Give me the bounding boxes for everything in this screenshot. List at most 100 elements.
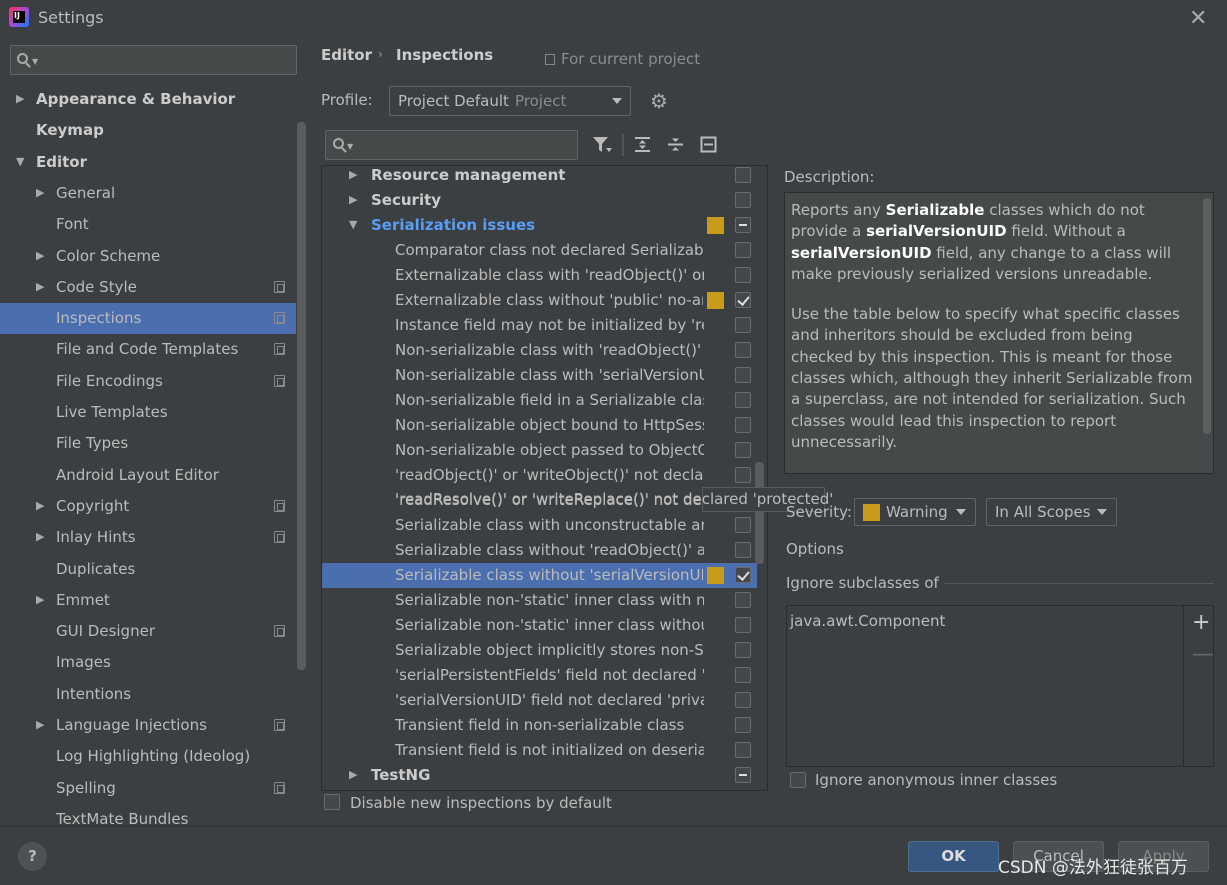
inspection-row[interactable]: ▶ Resource management bbox=[322, 166, 767, 188]
sidebar-item-font[interactable]: Font bbox=[0, 209, 296, 240]
sidebar-item-android-layout-editor[interactable]: Android Layout Editor bbox=[0, 460, 296, 491]
inspection-checkbox[interactable] bbox=[735, 417, 751, 433]
inspection-row[interactable]: Instance field may not be initialized by… bbox=[322, 313, 767, 338]
sidebar-item-appearance-behavior[interactable]: ▶ Appearance & Behavior bbox=[0, 84, 296, 115]
inspection-row[interactable]: Comparator class not declared Serializab… bbox=[322, 238, 767, 263]
collapsed-arrow-icon[interactable]: ▶ bbox=[36, 241, 44, 271]
collapsed-arrow-icon[interactable]: ▶ bbox=[16, 84, 24, 114]
collapsed-arrow-icon[interactable]: ▶ bbox=[36, 178, 44, 208]
inspection-row[interactable]: Transient field in non-serializable clas… bbox=[322, 713, 767, 738]
inspection-row[interactable]: Transient field is not initialized on de… bbox=[322, 738, 767, 763]
inspection-checkbox[interactable] bbox=[735, 167, 751, 183]
inspection-row[interactable]: Externalizable class with 'readObject()'… bbox=[322, 263, 767, 288]
collapsed-arrow-icon[interactable]: ▶ bbox=[349, 763, 357, 787]
expand-all-icon[interactable] bbox=[633, 135, 653, 155]
collapse-all-icon[interactable] bbox=[666, 135, 686, 155]
description-scrollbar[interactable] bbox=[1203, 198, 1211, 434]
inspection-checkbox[interactable] bbox=[735, 242, 751, 258]
inspection-row[interactable]: Serializable class with unconstructable … bbox=[322, 513, 767, 538]
inspection-row[interactable]: 'serialVersionUID' field not declared 'p… bbox=[322, 688, 767, 713]
sidebar-item-code-style[interactable]: ▶ Code Style bbox=[0, 272, 296, 303]
inspection-checkbox[interactable] bbox=[735, 717, 751, 733]
sidebar-item-duplicates[interactable]: Duplicates bbox=[0, 554, 296, 585]
profile-dropdown[interactable]: Project Default Project bbox=[389, 86, 631, 116]
sidebar-item-intentions[interactable]: Intentions bbox=[0, 679, 296, 710]
help-button[interactable]: ? bbox=[18, 842, 47, 871]
inspection-checkbox[interactable] bbox=[735, 392, 751, 408]
inspection-row[interactable]: Serializable non-'static' inner class wi… bbox=[322, 613, 767, 638]
inspection-search-input[interactable]: ▼ bbox=[325, 130, 578, 160]
collapsed-arrow-icon[interactable]: ▶ bbox=[36, 522, 44, 552]
inspection-row[interactable]: Non-serializable object passed to Object… bbox=[322, 438, 767, 463]
severity-dropdown[interactable]: Warning bbox=[854, 498, 976, 526]
filter-icon[interactable] bbox=[591, 134, 612, 154]
collapsed-arrow-icon[interactable]: ▶ bbox=[36, 710, 44, 740]
inspection-checkbox[interactable] bbox=[735, 317, 751, 333]
expanded-arrow-icon[interactable]: ▼ bbox=[349, 213, 357, 237]
inspection-row[interactable]: ▶ Security bbox=[322, 188, 767, 213]
inspection-row[interactable]: Non-serializable field in a Serializable… bbox=[322, 388, 767, 413]
close-icon[interactable]: ✕ bbox=[1189, 6, 1207, 31]
inspection-checkbox[interactable] bbox=[735, 542, 751, 558]
inspection-checkbox[interactable] bbox=[735, 592, 751, 608]
collapsed-arrow-icon[interactable]: ▶ bbox=[36, 491, 44, 521]
collapsed-arrow-icon[interactable]: ▶ bbox=[36, 272, 44, 302]
sidebar-item-live-templates[interactable]: Live Templates bbox=[0, 397, 296, 428]
sidebar-item-images[interactable]: Images bbox=[0, 647, 296, 678]
list-item[interactable]: java.awt.Component bbox=[790, 612, 945, 630]
sidebar-item-file-and-code-templates[interactable]: File and Code Templates bbox=[0, 334, 296, 365]
sidebar-item-color-scheme[interactable]: ▶ Color Scheme bbox=[0, 241, 296, 272]
inspection-checkbox[interactable] bbox=[735, 267, 751, 283]
inspection-row[interactable]: ▼ Serialization issues bbox=[322, 213, 767, 238]
inspection-row[interactable]: Non-serializable class with 'serialVersi… bbox=[322, 363, 767, 388]
inspection-checkbox[interactable] bbox=[735, 567, 751, 583]
sidebar-item-copyright[interactable]: ▶ Copyright bbox=[0, 491, 296, 522]
collapsed-arrow-icon[interactable]: ▶ bbox=[36, 585, 44, 615]
scope-dropdown[interactable]: In All Scopes bbox=[986, 498, 1117, 526]
gear-icon[interactable]: ⚙ bbox=[650, 91, 668, 111]
add-icon[interactable]: + bbox=[1192, 610, 1210, 635]
inspection-checkbox[interactable] bbox=[735, 767, 751, 783]
inspection-row[interactable]: Serializable class without 'readObject()… bbox=[322, 538, 767, 563]
inspection-checkbox[interactable] bbox=[735, 442, 751, 458]
inspection-row[interactable]: Serializable class without 'serialVersio… bbox=[322, 563, 757, 588]
sidebar-item-textmate-bundles[interactable]: TextMate Bundles bbox=[0, 804, 296, 826]
disable-new-inspections-label[interactable]: Disable new inspections by default bbox=[350, 794, 612, 812]
tree-scrollbar[interactable] bbox=[755, 462, 764, 564]
inspection-checkbox[interactable] bbox=[735, 517, 751, 533]
inspection-row[interactable]: ▶ TestNG bbox=[322, 763, 767, 788]
sidebar-search-input[interactable]: ▼ bbox=[10, 45, 297, 75]
inspection-checkbox[interactable] bbox=[735, 192, 751, 208]
ok-button[interactable]: OK bbox=[908, 841, 999, 872]
sidebar-item-file-types[interactable]: File Types bbox=[0, 428, 296, 459]
breadcrumb-editor[interactable]: Editor bbox=[321, 46, 372, 64]
inspection-row[interactable]: 'readObject()' or 'writeObject()' not de… bbox=[322, 463, 767, 488]
inspection-row[interactable]: Non-serializable class with 'readObject(… bbox=[322, 338, 767, 363]
ignore-anonymous-label[interactable]: Ignore anonymous inner classes bbox=[815, 771, 1057, 789]
inspection-checkbox[interactable] bbox=[735, 292, 751, 308]
reset-to-default-icon[interactable] bbox=[699, 135, 719, 155]
inspection-row[interactable]: Externalizable class without 'public' no… bbox=[322, 288, 767, 313]
inspection-checkbox[interactable] bbox=[735, 367, 751, 383]
remove-icon[interactable]: — bbox=[1192, 642, 1214, 667]
inspection-row[interactable]: Serializable non-'static' inner class wi… bbox=[322, 588, 767, 613]
sidebar-item-inspections[interactable]: Inspections bbox=[0, 303, 296, 335]
inspection-checkbox[interactable] bbox=[735, 217, 751, 233]
inspection-checkbox[interactable] bbox=[735, 467, 751, 483]
sidebar-item-emmet[interactable]: ▶ Emmet bbox=[0, 585, 296, 616]
inspection-checkbox[interactable] bbox=[735, 692, 751, 708]
sidebar-item-spelling[interactable]: Spelling bbox=[0, 773, 296, 804]
inspection-checkbox[interactable] bbox=[735, 667, 751, 683]
sidebar-scrollbar[interactable] bbox=[297, 122, 306, 670]
sidebar-item-language-injections[interactable]: ▶ Language Injections bbox=[0, 710, 296, 741]
expanded-arrow-icon[interactable]: ▼ bbox=[16, 147, 24, 177]
inspection-checkbox[interactable] bbox=[735, 342, 751, 358]
sidebar-item-log-highlighting-ideolog[interactable]: Log Highlighting (Ideolog) bbox=[0, 741, 296, 772]
ignore-anonymous-checkbox[interactable] bbox=[790, 772, 806, 788]
sidebar-item-general[interactable]: ▶ General bbox=[0, 178, 296, 209]
disable-new-inspections-checkbox[interactable] bbox=[324, 794, 340, 810]
sidebar-item-gui-designer[interactable]: GUI Designer bbox=[0, 616, 296, 647]
sidebar-item-inlay-hints[interactable]: ▶ Inlay Hints bbox=[0, 522, 296, 553]
sidebar-item-file-encodings[interactable]: File Encodings bbox=[0, 366, 296, 397]
sidebar-item-editor[interactable]: ▼ Editor bbox=[0, 147, 296, 178]
